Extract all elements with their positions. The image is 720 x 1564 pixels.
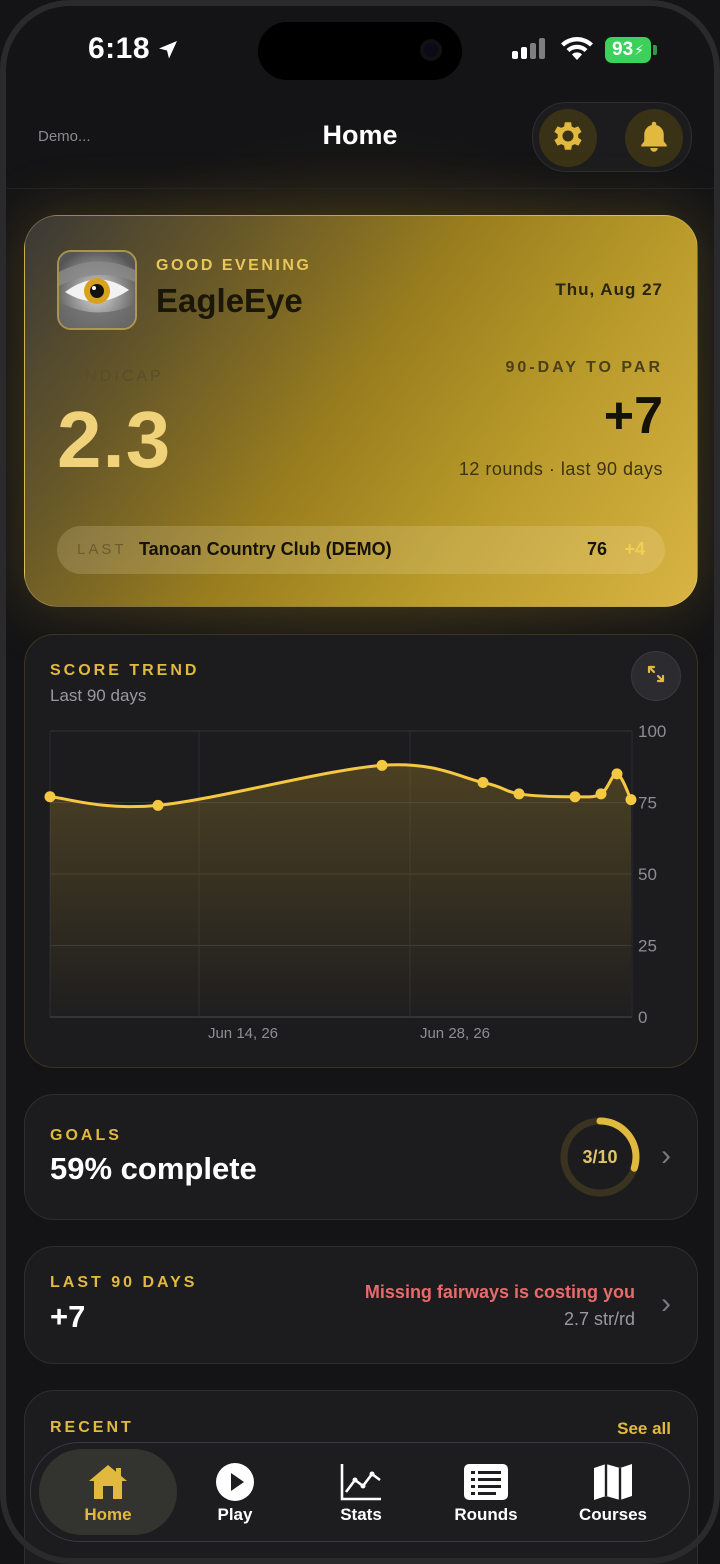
tab-label: Rounds	[454, 1505, 518, 1524]
data-point[interactable]	[376, 759, 388, 771]
tab-label: Stats	[340, 1505, 382, 1524]
gear-icon	[549, 117, 587, 160]
eagle-eye-avatar-image	[59, 252, 135, 328]
handicap-value: 2.3	[57, 395, 172, 484]
goals-label: GOALS	[50, 1127, 122, 1144]
y-tick-label: 0	[638, 1008, 647, 1027]
last-90-days-card[interactable]: LAST 90 DAYS +7 Missing fairways is cost…	[24, 1246, 698, 1364]
status-bar: 6:18 93 ⚡	[0, 0, 720, 100]
goals-count: 3/10	[582, 1146, 618, 1167]
greeting-text: GOOD EVENING	[156, 257, 312, 274]
data-point[interactable]	[595, 788, 607, 800]
tab-label: Play	[217, 1505, 253, 1524]
tab-stats[interactable]: Stats	[299, 1449, 423, 1535]
chevron-right-icon: ›	[661, 1139, 671, 1172]
courses-map-icon	[592, 1461, 634, 1503]
data-point[interactable]	[44, 791, 56, 803]
last-round-score: 76	[586, 539, 607, 559]
battery-level: 93	[612, 39, 634, 60]
x-tick-label: Jun 28, 26	[420, 1025, 490, 1042]
tab-courses[interactable]: Courses	[551, 1449, 675, 1535]
player-summary-card[interactable]: GOOD EVENING EagleEye Thu, Aug 27 HANDIC…	[24, 215, 698, 607]
x-tick-label: Jun 14, 26	[208, 1025, 278, 1042]
score-trend-chart: 0 25 50 75 100 Jun 14, 26 Jun 28, 26	[44, 722, 666, 1042]
data-point[interactable]	[152, 799, 164, 811]
wifi-icon	[560, 36, 594, 67]
settings-button[interactable]	[539, 109, 597, 167]
header-actions	[532, 102, 692, 172]
cellular-signal-icon	[512, 38, 545, 59]
stats-icon	[339, 1461, 383, 1503]
data-point[interactable]	[611, 768, 623, 780]
data-point[interactable]	[569, 791, 581, 803]
y-tick-label: 50	[638, 865, 657, 884]
last-90-label: LAST 90 DAYS	[50, 1274, 198, 1291]
rounds-icon	[463, 1461, 509, 1503]
to-par-label: 90-DAY TO PAR	[505, 359, 663, 376]
recent-label: RECENT	[50, 1419, 134, 1436]
goals-card[interactable]: GOALS 59% complete 3/10 ›	[24, 1094, 698, 1220]
y-tick-label: 75	[638, 794, 657, 813]
data-point[interactable]	[477, 776, 489, 788]
avatar[interactable]	[57, 250, 137, 330]
chevron-right-icon: ›	[661, 1287, 671, 1320]
tab-rounds[interactable]: Rounds	[424, 1449, 548, 1535]
last-round-pill[interactable]: LAST Tanoan Country Club (DEMO) 76 +4	[57, 526, 665, 574]
tab-play[interactable]: Play	[173, 1449, 297, 1535]
to-par-value: +7	[603, 387, 663, 445]
notifications-button[interactable]	[625, 109, 683, 167]
play-icon	[215, 1461, 255, 1503]
tab-label: Courses	[578, 1505, 648, 1524]
insight-subtext: 2.7 str/rd	[563, 1309, 635, 1329]
see-all-link[interactable]: See all	[617, 1419, 671, 1439]
username: EagleEye	[156, 282, 303, 319]
charging-bolt-icon: ⚡	[634, 41, 644, 58]
camera-icon	[420, 39, 442, 61]
status-time: 6:18	[88, 32, 151, 65]
current-date: Thu, Aug 27	[555, 280, 663, 299]
goals-progress-text: 59% complete	[50, 1151, 257, 1186]
bell-icon	[636, 118, 672, 159]
battery-indicator: 93 ⚡	[605, 37, 651, 63]
last-round-course: Tanoan Country Club (DEMO)	[139, 539, 392, 559]
handicap-label: HANDICAP	[57, 368, 164, 385]
top-header: Demo... Home	[0, 100, 720, 189]
y-tick-label: 100	[638, 722, 666, 741]
last-round-to-par: +4	[624, 539, 645, 559]
score-trend-card[interactable]: SCORE TREND Last 90 days 0 25 50 75 100 Jun …	[24, 634, 698, 1068]
to-par-subtitle: 12 rounds · last 90 days	[458, 459, 663, 479]
home-screen: 6:18 93 ⚡ Demo... Home GOOD EVENING Eagl…	[0, 0, 720, 1564]
home-icon	[86, 1461, 130, 1503]
last-90-value: +7	[50, 1299, 86, 1334]
bottom-tab-bar: Home Play Stats Rounds Courses	[30, 1442, 690, 1542]
tab-label: Home	[84, 1505, 132, 1524]
battery-tip	[653, 45, 657, 55]
insight-text: Missing fairways is costing you	[364, 1282, 635, 1302]
data-point[interactable]	[513, 788, 525, 800]
last-round-label: LAST	[77, 541, 127, 558]
location-arrow-icon	[156, 38, 180, 67]
y-tick-label: 25	[638, 937, 657, 956]
tab-home[interactable]: Home	[39, 1449, 177, 1535]
data-point[interactable]	[625, 794, 637, 806]
